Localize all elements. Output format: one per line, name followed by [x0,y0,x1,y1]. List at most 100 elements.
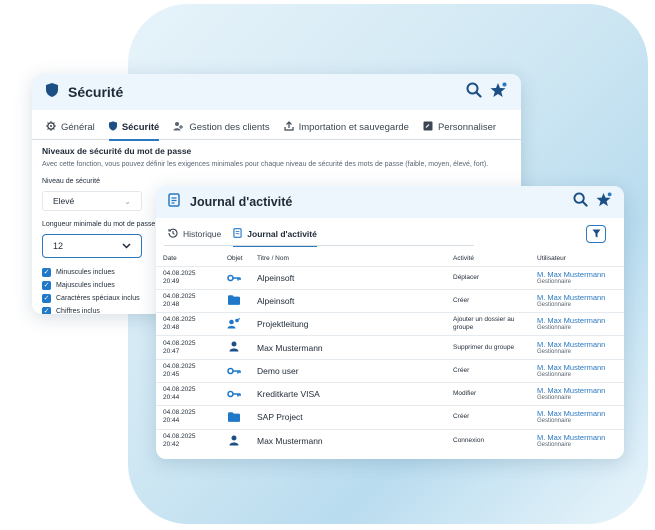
user-icon [227,434,241,446]
table-row[interactable]: 04.08.2025 20:44 SAP Project Créer M. Max Mu… [156,405,624,430]
cell-object [220,381,250,406]
date-text: 04.08.2025 [163,269,196,277]
tab-label: Général [61,122,95,133]
password-length-select[interactable]: 12 [42,234,142,258]
table-row[interactable]: 04.08.2025 20:44 Kreditkarte VISA Modifier M… [156,381,624,406]
time-text: 20:45 [163,370,180,378]
tab-security[interactable]: Sécurité [108,116,159,141]
tab-label: Personnaliser [437,122,497,133]
cell-date: 04.08.2025 20:47 [156,335,220,360]
user-link[interactable]: M. Max Mustermann [537,433,624,442]
tab-label: Importation et sauvegarde [298,122,409,133]
column-user[interactable]: Utilisateur [530,252,624,266]
date-text: 04.08.2025 [163,362,196,370]
gear-icon [46,121,56,134]
checkbox-label: Majuscules inclues [56,282,115,289]
user-role: Gestionnaire [537,371,572,378]
table-row[interactable]: 04.08.2025 20:45 Demo user Créer M. Max Must… [156,358,624,383]
cell-object [220,265,250,290]
section-description: Avec cette fonction, vous pouvez définir… [42,161,489,168]
cell-date: 04.08.2025 20:44 [156,405,220,430]
user-link[interactable]: M. Max Mustermann [537,387,624,395]
table-row[interactable]: 04.08.2025 20:47 Max Mustermann Supprimer d… [156,335,624,360]
user-link[interactable]: M. Max Mustermann [537,410,624,418]
cell-user: M. Max Mustermann Gestionnaire [530,358,624,383]
cell-title: Max Mustermann [250,335,446,360]
customize-icon [423,121,433,134]
folder-icon [227,294,241,306]
user-link[interactable]: M. Max Mustermann [537,317,624,325]
cell-activity: Créer [446,288,530,313]
cell-object [220,358,250,383]
cell-object [220,405,250,430]
favorite-star-icon[interactable] [596,192,612,212]
select-value: Elevé [53,196,75,206]
date-text: 04.08.2025 [163,386,196,394]
time-text: 20:48 [163,300,180,308]
security-level-select[interactable]: Elevé ⌄ [42,191,142,211]
checkbox-label: Chiffres inclus [56,308,100,314]
tab-general[interactable]: Général [46,116,95,140]
cell-user: M. Max Mustermann Gestionnaire [530,312,624,336]
tabs-divider [164,245,474,246]
tab-client-management[interactable]: Gestion des clients [173,116,270,140]
cell-user: M. Max Mustermann Gestionnaire [530,265,624,290]
cell-title: Projektleitung [250,312,446,336]
activity-table: Date Objet Titre / Nom Activité Utilisat… [156,252,624,453]
activity-log-title: Journal d'activité [190,195,293,209]
tab-label: Historique [183,229,222,239]
user-link[interactable]: M. Max Mustermann [537,340,624,349]
column-date[interactable]: Date [156,252,220,266]
column-activity[interactable]: Activité [446,252,530,266]
table-row[interactable]: 04.08.2025 20:42 Max Mustermann Connexion M.… [156,428,624,453]
tab-activity-log[interactable]: Journal d'activité [233,222,317,247]
checkbox-label: Minuscules inclues [56,269,115,276]
log-document-icon [233,228,242,240]
cell-date: 04.08.2025 20:48 [156,288,220,313]
tab-customize[interactable]: Personnaliser [423,116,496,140]
tab-history[interactable]: Historique [168,222,221,246]
cell-object [220,335,250,360]
favorite-star-icon[interactable] [490,82,507,103]
group-icon [227,317,241,329]
user-role: Gestionnaire [537,325,572,332]
search-icon[interactable] [466,82,482,103]
folder-icon [227,411,241,423]
shield-icon [46,82,58,102]
cell-title: Max Mustermann [250,428,446,453]
filter-button[interactable] [586,225,606,243]
cell-date: 04.08.2025 20:49 [156,265,220,290]
date-text: 04.08.2025 [163,316,196,324]
table-row[interactable]: 04.08.2025 20:49 Alpeinsoft Déplacer M. Max … [156,265,624,290]
cell-date: 04.08.2025 20:48 [156,312,220,336]
time-text: 20:48 [163,324,180,332]
user-role: Gestionnaire [537,418,572,425]
activity-log-tabs: Historique Journal d'activité [156,222,624,247]
key-icon [227,365,241,377]
user-link[interactable]: M. Max Mustermann [537,293,624,302]
tab-import-backup[interactable]: Importation et sauvegarde [283,116,409,140]
user-link[interactable]: M. Max Mustermann [537,270,624,279]
tab-label: Gestion des clients [189,122,270,133]
cell-object [220,312,250,336]
cell-title: SAP Project [250,405,446,430]
cell-user: M. Max Mustermann Gestionnaire [530,428,624,453]
time-text: 20:44 [163,417,180,425]
table-row[interactable]: 04.08.2025 20:48 Alpeinsoft Créer M. Max Mus… [156,288,624,313]
cell-activity: Déplacer [446,265,530,290]
table-row[interactable]: 04.08.2025 20:48 Projektleitung Ajouter un … [156,312,624,336]
filter-icon [592,229,601,240]
column-title[interactable]: Titre / Nom [250,252,446,266]
user-link[interactable]: M. Max Mustermann [537,363,624,372]
key-icon [227,388,241,400]
cell-title: Alpeinsoft [250,288,446,313]
column-object[interactable]: Objet [220,252,250,266]
date-text: 04.08.2025 [163,292,196,300]
search-icon[interactable] [573,192,588,212]
select-value: 12 [53,241,64,251]
users-icon [173,121,184,134]
date-text: 04.08.2025 [163,339,196,347]
checkbox-label: Caractères spéciaux inclus [56,295,140,302]
checkmark-icon: ✓ [42,294,51,303]
cell-user: M. Max Mustermann Gestionnaire [530,335,624,360]
